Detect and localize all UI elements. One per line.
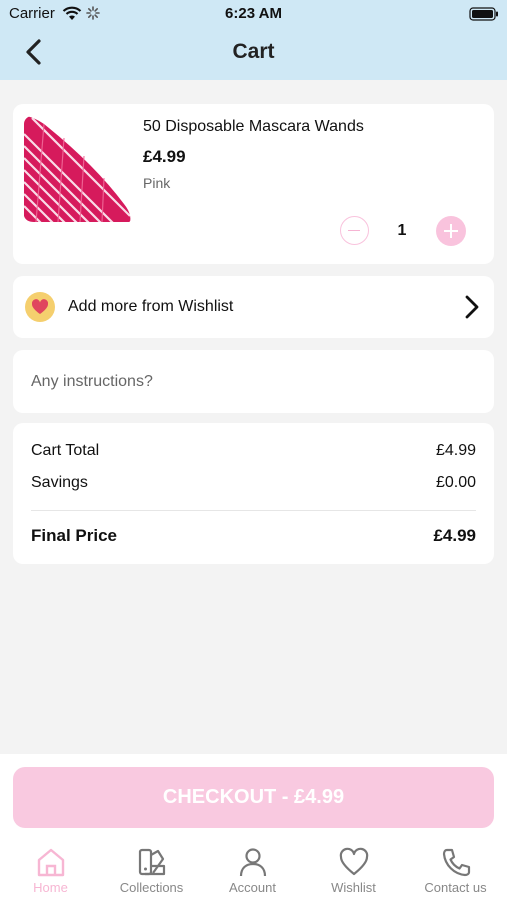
product-name[interactable]: 50 Disposable Mascara Wands bbox=[143, 118, 364, 136]
add-from-wishlist-row[interactable]: Add more from Wishlist bbox=[13, 276, 494, 338]
account-icon bbox=[239, 848, 266, 877]
tab-collections-label: Collections bbox=[119, 880, 184, 895]
tab-home[interactable]: Home bbox=[0, 846, 101, 900]
tab-contact-us[interactable]: Contact us bbox=[404, 846, 507, 900]
final-price-value: £4.99 bbox=[433, 526, 476, 545]
heart-icon bbox=[339, 847, 368, 876]
savings-label: Savings bbox=[31, 474, 88, 491]
instructions-input[interactable] bbox=[13, 350, 494, 413]
wishlist-label: Add more from Wishlist bbox=[68, 298, 234, 315]
page-title: Cart bbox=[232, 40, 275, 63]
bottom-panel: CHECKOUT - £4.99 Home Collections Accoun… bbox=[0, 754, 507, 900]
product-price: £4.99 bbox=[143, 147, 186, 166]
savings-value: £0.00 bbox=[435, 474, 476, 491]
phone-icon bbox=[442, 848, 470, 877]
final-price-label: Final Price bbox=[31, 526, 117, 545]
quantity-value: 1 bbox=[397, 222, 407, 239]
checkout-button[interactable]: CHECKOUT - £4.99 bbox=[13, 767, 494, 828]
product-image[interactable] bbox=[24, 116, 132, 224]
tab-wishlist[interactable]: Wishlist bbox=[303, 846, 404, 900]
status-time: 6:23 AM bbox=[225, 5, 282, 22]
totals-divider bbox=[31, 510, 476, 511]
tab-collections[interactable]: Collections bbox=[101, 846, 202, 900]
wishlist-heart-badge-icon bbox=[25, 292, 55, 322]
tab-account-label: Account bbox=[229, 880, 276, 895]
chevron-right-icon bbox=[465, 295, 479, 319]
status-bar: Carrier 6:23 AM bbox=[0, 0, 507, 28]
tab-home-label: Home bbox=[33, 880, 68, 895]
increase-quantity-button[interactable] bbox=[436, 216, 466, 246]
product-variant: Pink bbox=[143, 175, 171, 191]
cart-item-card: 50 Disposable Mascara Wands £4.99 Pink 1 bbox=[13, 104, 494, 264]
battery-icon bbox=[469, 7, 498, 21]
home-icon bbox=[37, 848, 64, 877]
collections-icon bbox=[138, 848, 165, 876]
decrease-quantity-button[interactable] bbox=[340, 216, 369, 245]
tab-account[interactable]: Account bbox=[202, 846, 303, 900]
totals-card: Cart Total £4.99 Savings £0.00 Final Pri… bbox=[13, 423, 494, 564]
header: Carrier 6:23 AM Cart bbox=[0, 0, 507, 80]
cart-total-label: Cart Total bbox=[31, 442, 100, 459]
tab-wishlist-label: Wishlist bbox=[331, 880, 376, 895]
instructions-card bbox=[13, 350, 494, 413]
cart-total-value: £4.99 bbox=[435, 442, 476, 459]
tab-contact-us-label: Contact us bbox=[424, 880, 487, 895]
